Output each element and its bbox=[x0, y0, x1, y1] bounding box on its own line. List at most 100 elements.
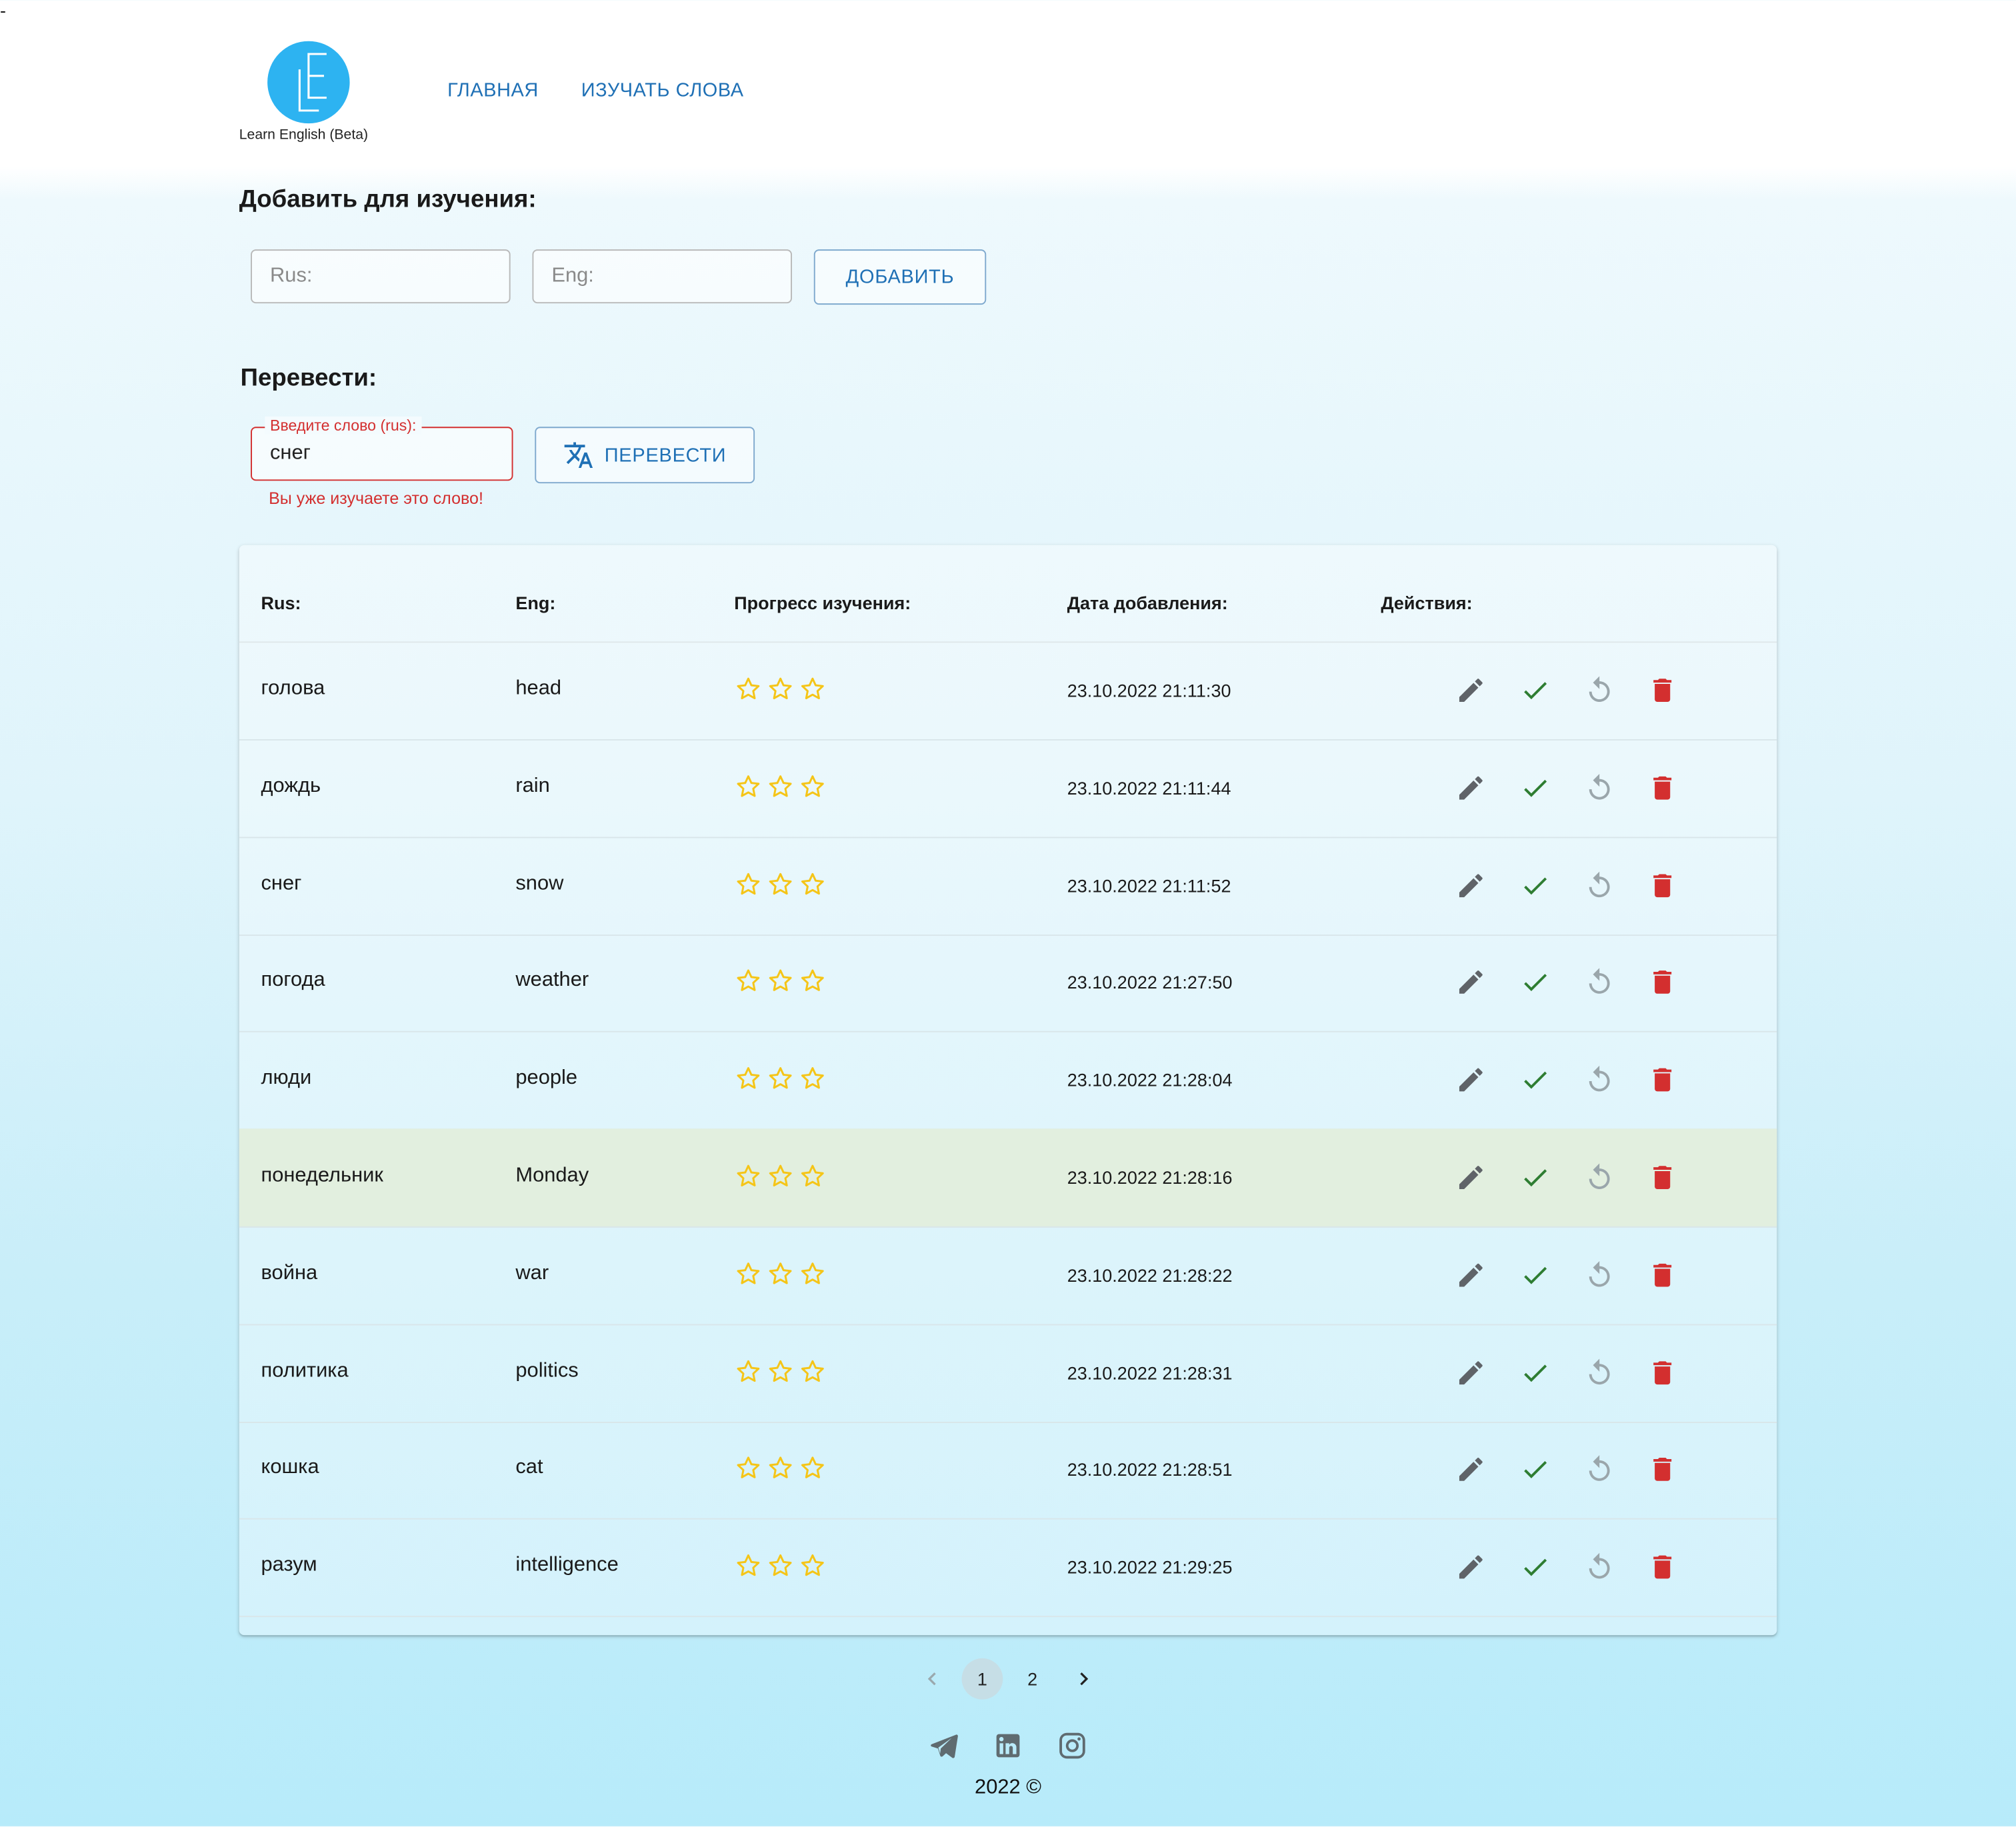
reset-icon[interactable] bbox=[1584, 1454, 1615, 1485]
delete-icon[interactable] bbox=[1647, 967, 1678, 998]
check-icon[interactable] bbox=[1520, 870, 1551, 901]
reset-icon[interactable] bbox=[1584, 1552, 1615, 1582]
telegram-icon[interactable] bbox=[928, 1730, 959, 1761]
edit-icon[interactable] bbox=[1455, 1357, 1486, 1388]
check-icon[interactable] bbox=[1520, 675, 1551, 706]
edit-icon[interactable] bbox=[1455, 1552, 1486, 1582]
eng-input[interactable] bbox=[533, 251, 791, 303]
star-icon[interactable] bbox=[766, 1260, 794, 1288]
instagram-icon[interactable] bbox=[1057, 1730, 1087, 1761]
delete-icon[interactable] bbox=[1647, 1454, 1678, 1485]
cell-rus: дождь bbox=[261, 775, 321, 797]
check-icon[interactable] bbox=[1520, 1260, 1551, 1290]
star-icon[interactable] bbox=[734, 870, 762, 898]
star-icon[interactable] bbox=[766, 1162, 794, 1190]
star-icon[interactable] bbox=[799, 1454, 827, 1482]
check-icon[interactable] bbox=[1520, 1357, 1551, 1388]
edit-icon[interactable] bbox=[1455, 675, 1486, 706]
table-row[interactable]: погода weather 23.10.2022 21:27:50 bbox=[239, 934, 1777, 1033]
table-row[interactable]: люди people 23.10.2022 21:28:04 bbox=[239, 1031, 1777, 1130]
star-icon[interactable] bbox=[766, 773, 794, 801]
reset-icon[interactable] bbox=[1584, 1162, 1615, 1192]
edit-icon[interactable] bbox=[1455, 870, 1486, 901]
delete-icon[interactable] bbox=[1647, 1162, 1678, 1192]
delete-icon[interactable] bbox=[1647, 1064, 1678, 1095]
star-icon[interactable] bbox=[799, 675, 827, 703]
star-icon[interactable] bbox=[799, 773, 827, 801]
reset-icon[interactable] bbox=[1584, 675, 1615, 706]
reset-icon[interactable] bbox=[1584, 773, 1615, 803]
star-icon[interactable] bbox=[799, 1260, 827, 1288]
star-icon[interactable] bbox=[799, 870, 827, 898]
table-row[interactable]: кошка cat 23.10.2022 21:28:51 bbox=[239, 1421, 1777, 1520]
star-icon[interactable] bbox=[734, 1064, 762, 1092]
delete-icon[interactable] bbox=[1647, 773, 1678, 803]
check-icon[interactable] bbox=[1520, 773, 1551, 803]
star-icon[interactable] bbox=[766, 1357, 794, 1385]
rus-input[interactable] bbox=[252, 251, 509, 303]
check-icon[interactable] bbox=[1520, 1162, 1551, 1192]
page-2-button[interactable]: 2 bbox=[1012, 1658, 1053, 1700]
star-icon[interactable] bbox=[799, 1552, 827, 1580]
next-page-button[interactable] bbox=[1063, 1658, 1105, 1700]
star-icon[interactable] bbox=[766, 870, 794, 898]
eng-field[interactable] bbox=[532, 249, 793, 304]
table-row[interactable]: разум intelligence 23.10.2022 21:29:25 bbox=[239, 1518, 1777, 1618]
reset-icon[interactable] bbox=[1584, 1064, 1615, 1095]
copyright: 2022 © bbox=[975, 1776, 1041, 1799]
edit-icon[interactable] bbox=[1455, 773, 1486, 803]
table-row[interactable]: дождь rain 23.10.2022 21:11:44 bbox=[239, 739, 1777, 839]
star-icon[interactable] bbox=[799, 1162, 827, 1190]
star-icon[interactable] bbox=[734, 1357, 762, 1385]
check-icon[interactable] bbox=[1520, 967, 1551, 998]
reset-icon[interactable] bbox=[1584, 1357, 1615, 1388]
page-1-button[interactable]: 1 bbox=[961, 1658, 1003, 1700]
reset-icon[interactable] bbox=[1584, 870, 1615, 901]
edit-icon[interactable] bbox=[1455, 1162, 1486, 1192]
star-icon[interactable] bbox=[734, 1454, 762, 1482]
star-icon[interactable] bbox=[734, 773, 762, 801]
reset-icon[interactable] bbox=[1584, 967, 1615, 998]
star-icon[interactable] bbox=[766, 967, 794, 995]
star-icon[interactable] bbox=[766, 1064, 794, 1092]
star-icon[interactable] bbox=[734, 1162, 762, 1190]
nav-study-link[interactable]: ИЗУЧАТЬ СЛОВА bbox=[581, 80, 744, 102]
star-icon[interactable] bbox=[734, 1260, 762, 1288]
table-row[interactable]: снег snow 23.10.2022 21:11:52 bbox=[239, 837, 1777, 936]
star-icon[interactable] bbox=[766, 1454, 794, 1482]
delete-icon[interactable] bbox=[1647, 675, 1678, 706]
delete-icon[interactable] bbox=[1647, 1260, 1678, 1290]
star-icon[interactable] bbox=[766, 675, 794, 703]
star-icon[interactable] bbox=[799, 1357, 827, 1385]
star-icon[interactable] bbox=[766, 1552, 794, 1580]
linkedin-icon[interactable] bbox=[993, 1730, 1023, 1761]
cell-date: 23.10.2022 21:28:31 bbox=[1067, 1362, 1233, 1383]
edit-icon[interactable] bbox=[1455, 1260, 1486, 1290]
table-row[interactable]: понедельник Monday 23.10.2022 21:28:16 bbox=[239, 1128, 1777, 1228]
prev-page-button[interactable] bbox=[911, 1658, 953, 1700]
edit-icon[interactable] bbox=[1455, 1064, 1486, 1095]
table-row[interactable]: политика politics 23.10.2022 21:28:31 bbox=[239, 1324, 1777, 1423]
delete-icon[interactable] bbox=[1647, 1357, 1678, 1388]
check-icon[interactable] bbox=[1520, 1552, 1551, 1582]
table-row[interactable]: война war 23.10.2022 21:28:22 bbox=[239, 1226, 1777, 1325]
check-icon[interactable] bbox=[1520, 1064, 1551, 1095]
star-icon[interactable] bbox=[734, 967, 762, 995]
translate-button[interactable]: ПЕРЕВЕСТИ bbox=[535, 427, 755, 484]
edit-icon[interactable] bbox=[1455, 967, 1486, 998]
delete-icon[interactable] bbox=[1647, 870, 1678, 901]
star-icon[interactable] bbox=[734, 1552, 762, 1580]
star-icon[interactable] bbox=[799, 967, 827, 995]
star-icon[interactable] bbox=[799, 1064, 827, 1092]
nav-home-link[interactable]: ГЛАВНАЯ bbox=[447, 80, 539, 102]
delete-icon[interactable] bbox=[1647, 1552, 1678, 1582]
rus-field[interactable] bbox=[251, 249, 511, 304]
translate-input[interactable] bbox=[252, 428, 512, 480]
translate-field[interactable]: Введите слово (rus): bbox=[251, 416, 513, 481]
edit-icon[interactable] bbox=[1455, 1454, 1486, 1485]
reset-icon[interactable] bbox=[1584, 1260, 1615, 1290]
table-row[interactable]: голова head 23.10.2022 21:11:30 bbox=[239, 641, 1777, 741]
add-button[interactable]: ДОБАВИТЬ bbox=[813, 249, 987, 305]
star-icon[interactable] bbox=[734, 675, 762, 703]
check-icon[interactable] bbox=[1520, 1454, 1551, 1485]
